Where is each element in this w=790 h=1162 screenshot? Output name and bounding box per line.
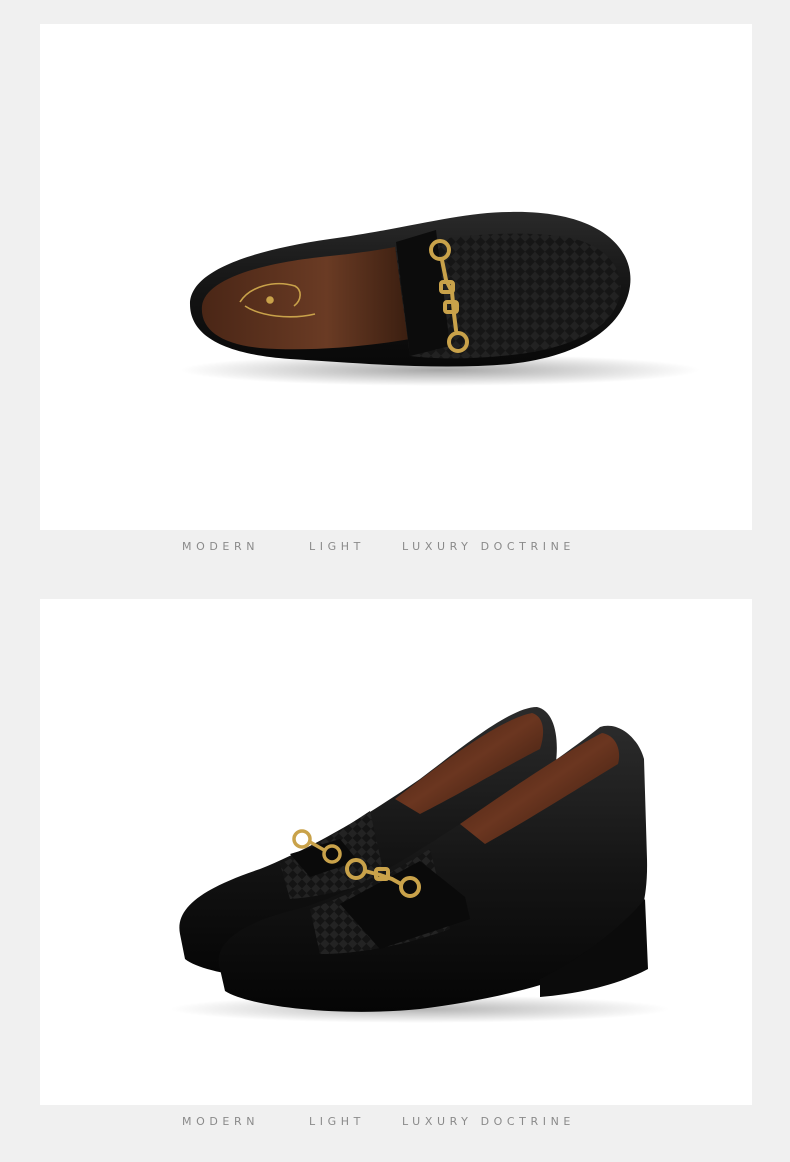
product-photo-top-view xyxy=(40,24,752,530)
tagline-word-light: LIGHT xyxy=(309,539,365,553)
tagline: MODERN LIGHT LUXURY DOCTRINE xyxy=(182,538,575,554)
shoe-pair-illustration xyxy=(170,707,670,1023)
tagline-word-luxury-doctrine: LUXURY DOCTRINE xyxy=(402,539,575,553)
tagline-word-light: LIGHT xyxy=(309,1114,365,1128)
tagline-word-modern: MODERN xyxy=(182,539,260,553)
product-photo-side-view xyxy=(40,599,752,1105)
shoe-lining xyxy=(201,246,410,350)
tagline: MODERN LIGHT LUXURY DOCTRINE xyxy=(182,1113,575,1129)
tagline-word-luxury-doctrine: LUXURY DOCTRINE xyxy=(402,1114,575,1128)
tagline-word-modern: MODERN xyxy=(182,1114,260,1128)
shoe-top-view-illustration xyxy=(180,211,700,386)
